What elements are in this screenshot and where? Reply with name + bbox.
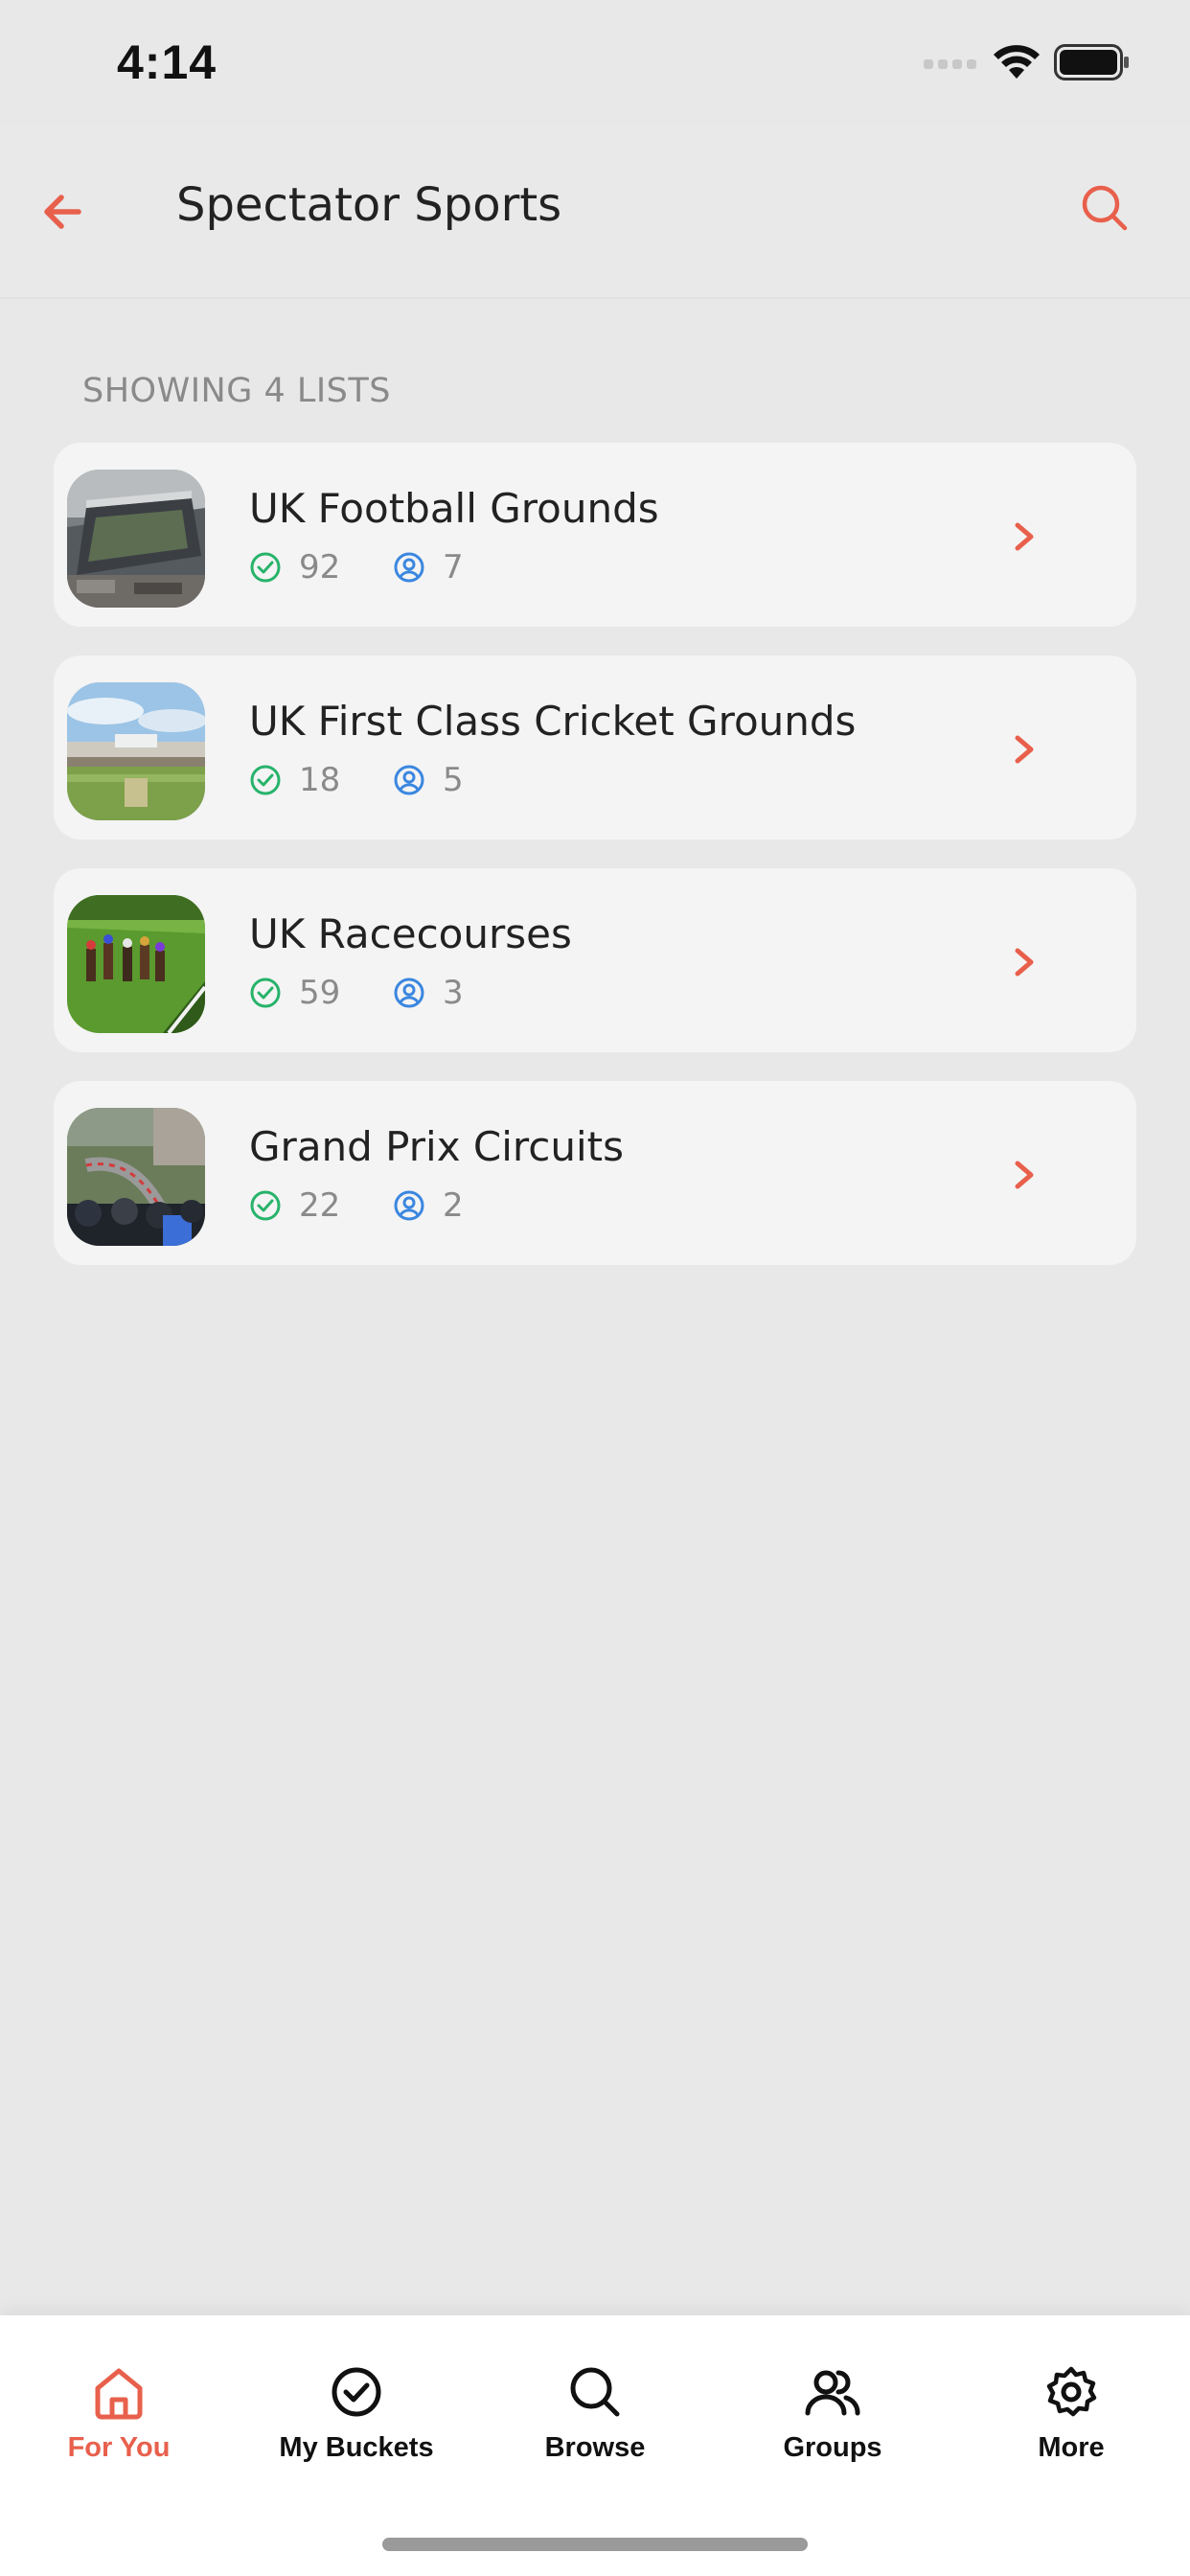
status-icons (924, 44, 1131, 84)
user-circle-icon (394, 765, 424, 795)
list-title: UK First Class Cricket Grounds (249, 698, 857, 745)
tab-label: Groups (783, 2432, 882, 2463)
list-card-uk-first-class-cricket-grounds[interactable]: UK First Class Cricket Grounds 18 5 (54, 656, 1136, 840)
check-circle-icon (332, 2367, 381, 2417)
search-button[interactable] (1079, 182, 1131, 234)
check-circle-icon (250, 765, 281, 795)
search-icon (570, 2367, 620, 2417)
members-count: 7 (443, 548, 464, 586)
list-stats: 59 3 (249, 974, 464, 1012)
battery-icon (1054, 44, 1131, 84)
completed-stat: 18 (249, 761, 393, 799)
members-stat: 2 (393, 1186, 464, 1225)
list-stats: 92 7 (249, 548, 464, 586)
completed-stat: 22 (249, 1186, 393, 1225)
list-title: UK Football Grounds (249, 485, 659, 532)
race-circuit-photo (67, 1108, 205, 1246)
back-button[interactable] (38, 188, 86, 236)
tab-label: For You (67, 2432, 171, 2463)
check-circle-icon (250, 1190, 281, 1221)
search-icon (1082, 185, 1128, 231)
chevron-right-icon (1015, 1161, 1034, 1189)
tab-groups[interactable]: Groups (714, 2361, 951, 2464)
user-circle-icon (394, 978, 424, 1008)
users-icon (805, 2370, 860, 2416)
members-count: 3 (443, 974, 464, 1012)
signal-icon (924, 56, 979, 74)
check-circle-icon (250, 552, 281, 583)
completed-count: 92 (299, 548, 341, 586)
user-circle-icon (394, 552, 424, 583)
completed-count: 59 (299, 974, 341, 1012)
chevron-right-icon (1015, 948, 1034, 977)
home-icon (95, 2368, 143, 2420)
status-time: 4:14 (117, 35, 217, 89)
cricket-ground-photo (67, 682, 205, 820)
tab-label: More (1038, 2432, 1105, 2463)
gear-icon (1046, 2366, 1097, 2417)
list-stats: 22 2 (249, 1186, 464, 1225)
members-stat: 3 (393, 974, 464, 1012)
wifi-icon (993, 44, 1041, 84)
tab-browse[interactable]: Browse (476, 2361, 714, 2464)
horse-racing-photo (67, 895, 205, 1033)
tab-more[interactable]: More (952, 2361, 1190, 2464)
tab-for-you[interactable]: For You (0, 2361, 238, 2464)
list-stats: 18 5 (249, 761, 464, 799)
app-header: Spectator Sports (0, 125, 1190, 299)
members-stat: 5 (393, 761, 464, 799)
list-card-grand-prix-circuits[interactable]: Grand Prix Circuits 22 2 (54, 1081, 1136, 1265)
completed-stat: 59 (249, 974, 393, 1012)
status-bar: 4:14 (0, 0, 1190, 125)
completed-count: 22 (299, 1186, 341, 1225)
chevron-right-icon (1015, 735, 1034, 764)
back-arrow-icon (44, 195, 81, 229)
tab-label: Browse (544, 2432, 646, 2463)
page-title: Spectator Sports (176, 178, 562, 232)
completed-stat: 92 (249, 548, 393, 586)
tab-my-buckets[interactable]: My Buckets (238, 2361, 475, 2464)
list-card-uk-racecourses[interactable]: UK Racecourses 59 3 (54, 868, 1136, 1052)
stadium-photo (67, 470, 205, 608)
completed-count: 18 (299, 761, 341, 799)
list-title: UK Racecourses (249, 910, 572, 957)
list-title: Grand Prix Circuits (249, 1123, 624, 1170)
members-count: 5 (443, 761, 464, 799)
list-card-uk-football-grounds[interactable]: UK Football Grounds 92 7 (54, 443, 1136, 627)
home-indicator[interactable] (382, 2538, 808, 2551)
user-circle-icon (394, 1190, 424, 1221)
tab-label: My Buckets (279, 2432, 434, 2463)
list-count: SHOWING 4 LISTS (82, 372, 391, 410)
members-count: 2 (443, 1186, 464, 1225)
check-circle-icon (250, 978, 281, 1008)
members-stat: 7 (393, 548, 464, 586)
chevron-right-icon (1015, 522, 1034, 551)
